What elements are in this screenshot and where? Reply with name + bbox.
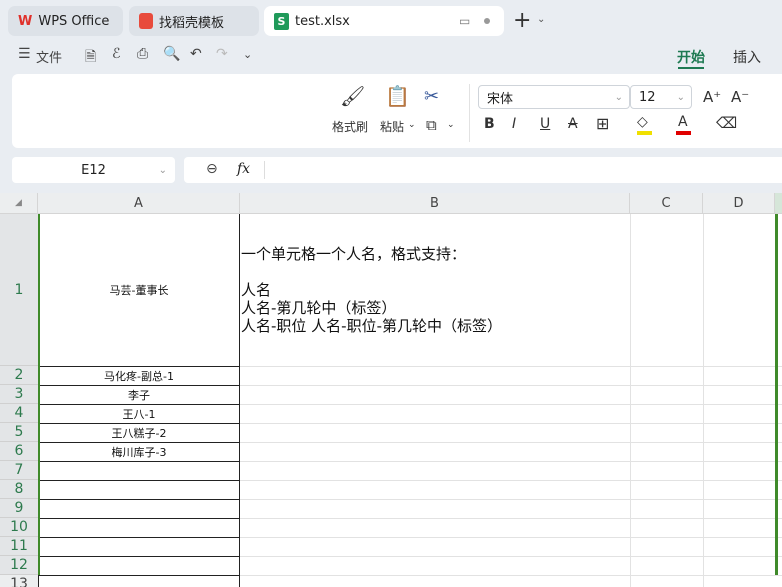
spreadsheet-icon: S bbox=[274, 12, 289, 30]
more-chevron-icon[interactable]: ⌄ bbox=[243, 48, 252, 61]
italic-button[interactable]: I bbox=[512, 116, 516, 132]
row-header[interactable]: 6 bbox=[0, 442, 38, 461]
cut-icon[interactable]: ✂ bbox=[424, 86, 439, 107]
row-header[interactable]: 4 bbox=[0, 404, 38, 423]
row-header[interactable]: 3 bbox=[0, 385, 38, 404]
row-header[interactable]: 10 bbox=[0, 518, 38, 537]
name-box[interactable]: E12 ⌄ bbox=[12, 157, 175, 183]
paste-icon[interactable]: 📋 bbox=[385, 84, 410, 108]
formula-bar[interactable]: ⊖ fx bbox=[184, 157, 782, 183]
column-header-b[interactable]: B bbox=[240, 193, 630, 214]
chevron-down-icon[interactable]: ⌄ bbox=[159, 165, 167, 176]
cell-a12[interactable] bbox=[38, 556, 240, 576]
column-header-a[interactable]: A bbox=[38, 193, 240, 214]
underline-button[interactable]: U bbox=[540, 116, 550, 132]
clear-format-icon[interactable]: ⌫ bbox=[716, 114, 737, 132]
monitor-icon[interactable]: ▭ bbox=[459, 14, 470, 28]
borders-icon[interactable]: ⊞ bbox=[596, 114, 609, 133]
ribbon-tab-home[interactable]: 开始 bbox=[677, 47, 705, 67]
row-header[interactable]: 11 bbox=[0, 537, 38, 556]
row-header[interactable]: 2 bbox=[0, 366, 38, 385]
cell-a7[interactable] bbox=[38, 461, 240, 481]
docer-icon bbox=[139, 13, 153, 29]
cell-a6[interactable]: 梅川库子-3 bbox=[38, 442, 240, 462]
cell-a5[interactable]: 王八糕子-2 bbox=[38, 423, 240, 443]
cell-a11[interactable] bbox=[38, 537, 240, 557]
spreadsheet-grid[interactable]: ◢ A B C D 1 2 3 4 5 6 7 8 9 10 11 12 13 … bbox=[0, 193, 782, 587]
undo-icon[interactable]: ↶ bbox=[190, 46, 202, 62]
selection-row-indicator bbox=[38, 214, 40, 575]
cell-a8[interactable] bbox=[38, 480, 240, 500]
column-header-d[interactable]: D bbox=[703, 193, 775, 214]
zoom-formula-icon[interactable]: ⊖ bbox=[206, 161, 218, 177]
selected-cell-e12-border[interactable] bbox=[775, 214, 778, 575]
row-header[interactable]: 7 bbox=[0, 461, 38, 480]
row-header[interactable]: 1 bbox=[0, 214, 38, 366]
cell-a1[interactable]: 马芸-董事长 bbox=[38, 214, 240, 367]
redo-icon[interactable]: ↷ bbox=[216, 46, 228, 62]
print-preview-icon[interactable]: 🔍 bbox=[163, 46, 180, 62]
row-header[interactable]: 12 bbox=[0, 556, 38, 575]
bold-button[interactable]: B bbox=[484, 116, 495, 132]
tab-label: 找稻壳模板 bbox=[159, 15, 225, 31]
chevron-down-icon[interactable]: ⌄ bbox=[537, 14, 545, 25]
decrease-font-icon[interactable]: A⁻ bbox=[731, 88, 749, 106]
tab-label: WPS Office bbox=[38, 13, 110, 29]
cell-a2[interactable]: 马化疼-副总-1 bbox=[38, 366, 240, 386]
row-header[interactable]: 9 bbox=[0, 499, 38, 518]
tab-docer[interactable]: 找稻壳模板 bbox=[129, 6, 259, 36]
paste-button[interactable]: 粘贴 bbox=[380, 118, 404, 135]
wps-logo-icon: W bbox=[18, 13, 33, 29]
unsaved-dot-icon bbox=[484, 18, 490, 24]
row-header[interactable]: 13 bbox=[0, 575, 38, 587]
tab-test-xlsx[interactable]: S test.xlsx ▭ bbox=[264, 6, 504, 36]
column-header-e[interactable] bbox=[775, 193, 782, 214]
ribbon-tab-insert[interactable]: 插入 bbox=[733, 47, 761, 67]
font-color-icon[interactable]: A bbox=[678, 114, 688, 130]
cell-b1[interactable]: 一个单元格一个人名，格式支持： 人名 人名-第几轮中（标签） 人名-职位 人名-职位… bbox=[241, 245, 502, 335]
column-header-c[interactable]: C bbox=[630, 193, 703, 214]
menu-icon[interactable]: ☰ bbox=[18, 46, 31, 62]
font-size-select[interactable]: 12 ⌄ bbox=[630, 85, 692, 109]
insert-function-button[interactable]: fx bbox=[237, 161, 250, 177]
new-tab-plus-icon[interactable]: + bbox=[513, 8, 531, 33]
tab-label: test.xlsx bbox=[295, 13, 350, 29]
font-name-select[interactable]: 宋体 ⌄ bbox=[478, 85, 630, 109]
row-header[interactable]: 5 bbox=[0, 423, 38, 442]
format-painter-button[interactable]: 格式刷 bbox=[332, 118, 368, 135]
print-icon[interactable]: ⎙ bbox=[137, 46, 148, 62]
cell-a3[interactable]: 李子 bbox=[38, 385, 240, 405]
format-painter-icon[interactable]: 🖌 bbox=[340, 84, 365, 108]
strikethrough-button[interactable]: A bbox=[568, 116, 578, 132]
export-pdf-icon[interactable]: ℰ bbox=[112, 46, 120, 62]
tab-wps-office[interactable]: W WPS Office bbox=[8, 6, 123, 36]
row-header[interactable]: 8 bbox=[0, 480, 38, 499]
cell-a10[interactable] bbox=[38, 518, 240, 538]
fill-color-icon[interactable]: ◇ bbox=[637, 114, 648, 130]
copy-icon[interactable]: ⧉ bbox=[426, 116, 437, 134]
active-tab-underline bbox=[678, 67, 704, 69]
increase-font-icon[interactable]: A⁺ bbox=[703, 88, 721, 106]
cell-a13[interactable] bbox=[38, 575, 240, 587]
cell-a4[interactable]: 王八-1 bbox=[38, 404, 240, 424]
file-menu[interactable]: 文件 bbox=[36, 47, 62, 66]
cell-a9[interactable] bbox=[38, 499, 240, 519]
save-icon[interactable]: 🗎 bbox=[85, 46, 96, 70]
select-all-corner[interactable]: ◢ bbox=[0, 193, 38, 214]
ribbon: 🖌 格式刷 📋 粘贴 ⌄ ✂ ⧉ ⌄ 宋体 ⌄ 12 ⌄ A⁺ A⁻ B I U A… bbox=[12, 74, 782, 148]
